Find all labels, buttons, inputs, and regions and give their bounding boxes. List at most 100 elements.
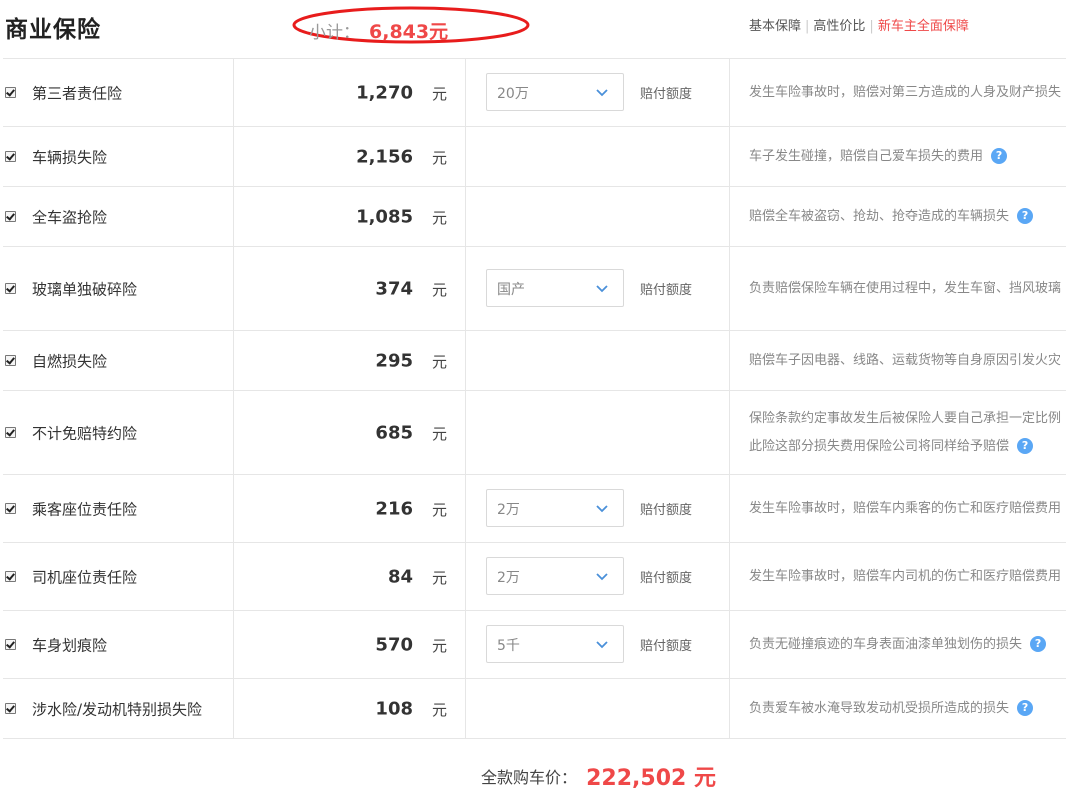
insurance-row: 玻璃单独破碎险 374 元 国产 赔付额度 负责赔偿保险车辆在使用过程中，发生车窗、挡风玻… bbox=[3, 247, 1066, 331]
link-value[interactable]: 高性价比 bbox=[813, 19, 865, 34]
coverage-cell bbox=[466, 331, 730, 390]
price-cell: 108 元 bbox=[234, 679, 466, 738]
coverage-limit-label: 赔付额度 bbox=[640, 282, 693, 298]
section-header: 商业保险 小计： 6,843元 基本保障 | 高性价比 | 新车主全面保障 bbox=[0, 0, 1066, 58]
coverage-cell: 20万 赔付额度 bbox=[466, 59, 730, 126]
insurance-row: 涉水险/发动机特别损失险 108 元 负责爱车被水淹导致发动机受损所造成的损失? bbox=[3, 679, 1066, 739]
description-cell: 赔偿车子因电器、线路、运载货物等自身原因引发火灾? bbox=[730, 331, 1066, 390]
checked-checkbox-icon[interactable] bbox=[5, 702, 16, 714]
price-cell: 1,085 元 bbox=[234, 187, 466, 246]
coverage-cell bbox=[466, 127, 730, 186]
price-unit: 元 bbox=[431, 568, 447, 587]
insurance-row: 全车盗抢险 1,085 元 赔偿全车被盗窃、抢劫、抢夺造成的车辆损失? bbox=[3, 187, 1066, 247]
insurance-price: 295 bbox=[375, 350, 413, 371]
insurance-price: 685 bbox=[375, 422, 413, 443]
insurance-description: 负责赔偿保险车辆在使用过程中，发生车窗、挡风玻璃? bbox=[749, 275, 1066, 303]
description-text: 发生车险事故时，赔偿车内司机的伤亡和医疗赔偿费用 bbox=[749, 568, 1062, 584]
insurance-row: 第三者责任险 1,270 元 20万 赔付额度 发生车险事故时，赔偿对第三方造成的人身及财… bbox=[3, 59, 1066, 127]
description-cell: 发生车险事故时，赔偿车内乘客的伤亡和医疗赔偿费用? bbox=[730, 475, 1066, 542]
coverage-limit-label: 赔付额度 bbox=[640, 638, 693, 654]
total-label: 全款购车价： bbox=[481, 768, 578, 787]
insurance-price: 570 bbox=[375, 634, 413, 655]
insurance-row: 乘客座位责任险 216 元 2万 赔付额度 发生车险事故时，赔偿车内乘客的伤亡和医疗赔偿费… bbox=[3, 475, 1066, 543]
insurance-description: 赔偿全车被盗窃、抢劫、抢夺造成的车辆损失? bbox=[749, 203, 1034, 231]
insurance-description: 负责无碰撞痕迹的车身表面油漆单独划伤的损失? bbox=[749, 631, 1047, 659]
price-unit: 元 bbox=[431, 636, 447, 655]
price-cell: 295 元 bbox=[234, 331, 466, 390]
insurance-description: 赔偿车子因电器、线路、运载货物等自身原因引发火灾? bbox=[749, 347, 1066, 375]
price-cell: 216 元 bbox=[234, 475, 466, 542]
price-unit: 元 bbox=[431, 280, 447, 299]
insurance-name: 玻璃单独破碎险 bbox=[32, 280, 138, 298]
name-cell: 司机座位责任险 bbox=[3, 543, 234, 610]
price-unit: 元 bbox=[431, 208, 447, 227]
chevron-down-icon bbox=[596, 284, 608, 292]
description-text: 保险条款约定事故发生后被保险人要自己承担一定比例 bbox=[749, 410, 1062, 426]
insurance-price: 1,270 bbox=[356, 82, 413, 103]
coverage-select-value: 国产 bbox=[497, 281, 525, 298]
description-text: 车子发生碰撞，赔偿自己爱车损失的费用 bbox=[749, 148, 984, 164]
insurance-price: 374 bbox=[375, 278, 413, 299]
question-circle-icon[interactable]: ? bbox=[1017, 438, 1034, 454]
subtotal-value: 6,843元 bbox=[369, 21, 449, 43]
checked-checkbox-icon[interactable] bbox=[5, 354, 16, 366]
link-basic[interactable]: 基本保障 bbox=[749, 19, 801, 34]
description-text-second: 此险这部分损失费用保险公司将同样给予赔偿 bbox=[749, 438, 1010, 454]
coverage-select-value: 5千 bbox=[497, 637, 520, 654]
insurance-row: 车身划痕险 570 元 5千 赔付额度 负责无碰撞痕迹的车身表面油漆单独划伤的损失? bbox=[3, 611, 1066, 679]
checked-checkbox-icon[interactable] bbox=[5, 502, 16, 514]
description-text: 赔偿全车被盗窃、抢劫、抢夺造成的车辆损失 bbox=[749, 208, 1010, 224]
question-circle-icon[interactable]: ? bbox=[991, 148, 1008, 164]
subtotal-label: 小计： bbox=[309, 23, 360, 43]
name-cell: 不计免赔特约险 bbox=[3, 391, 234, 474]
link-separator: | bbox=[869, 19, 874, 34]
insurance-description: 保险条款约定事故发生后被保险人要自己承担一定比例 此险这部分损失费用保险公司将同样… bbox=[749, 405, 1061, 461]
insurance-description: 车子发生碰撞，赔偿自己爱车损失的费用? bbox=[749, 143, 1008, 171]
checked-checkbox-icon[interactable] bbox=[5, 150, 16, 162]
insurance-name: 乘客座位责任险 bbox=[32, 500, 138, 518]
price-unit: 元 bbox=[431, 352, 447, 371]
name-cell: 车辆损失险 bbox=[3, 127, 234, 186]
coverage-select[interactable]: 5千 bbox=[486, 624, 624, 663]
question-circle-icon[interactable]: ? bbox=[1017, 700, 1034, 716]
coverage-cell bbox=[466, 187, 730, 246]
checked-checkbox-icon[interactable] bbox=[5, 86, 16, 98]
coverage-cell: 国产 赔付额度 bbox=[466, 247, 730, 330]
checked-checkbox-icon[interactable] bbox=[5, 426, 16, 438]
coverage-select[interactable]: 国产 bbox=[486, 268, 624, 307]
checked-checkbox-icon[interactable] bbox=[5, 638, 16, 650]
name-cell: 自燃损失险 bbox=[3, 331, 234, 390]
description-cell: 保险条款约定事故发生后被保险人要自己承担一定比例 此险这部分损失费用保险公司将同样… bbox=[730, 391, 1066, 474]
insurance-name: 自燃损失险 bbox=[32, 352, 108, 370]
insurance-description: 发生车险事故时，赔偿车内乘客的伤亡和医疗赔偿费用? bbox=[749, 495, 1066, 523]
coverage-select-value: 2万 bbox=[497, 501, 520, 518]
coverage-limit-label: 赔付额度 bbox=[640, 570, 693, 586]
name-cell: 涉水险/发动机特别损失险 bbox=[3, 679, 234, 738]
question-circle-icon[interactable]: ? bbox=[1017, 208, 1034, 224]
insurance-row: 不计免赔特约险 685 元 保险条款约定事故发生后被保险人要自己承担一定比例 此险这部分… bbox=[3, 391, 1066, 475]
coverage-cell bbox=[466, 391, 730, 474]
coverage-limit-label: 赔付额度 bbox=[640, 502, 693, 518]
insurance-row: 自燃损失险 295 元 赔偿车子因电器、线路、运载货物等自身原因引发火灾? bbox=[3, 331, 1066, 391]
insurance-table: 第三者责任险 1,270 元 20万 赔付额度 发生车险事故时，赔偿对第三方造成的人身及财… bbox=[3, 58, 1066, 739]
name-cell: 全车盗抢险 bbox=[3, 187, 234, 246]
checked-checkbox-icon[interactable] bbox=[5, 570, 16, 582]
price-cell: 2,156 元 bbox=[234, 127, 466, 186]
checked-checkbox-icon[interactable] bbox=[5, 210, 16, 222]
coverage-select[interactable]: 2万 bbox=[486, 556, 624, 595]
price-cell: 570 元 bbox=[234, 611, 466, 678]
link-full-coverage[interactable]: 新车主全面保障 bbox=[878, 19, 969, 34]
description-cell: 负责赔偿保险车辆在使用过程中，发生车窗、挡风玻璃? bbox=[730, 247, 1066, 330]
insurance-description: 负责爱车被水淹导致发动机受损所造成的损失? bbox=[749, 695, 1034, 723]
coverage-cell: 2万 赔付额度 bbox=[466, 475, 730, 542]
description-text: 发生车险事故时，赔偿车内乘客的伤亡和医疗赔偿费用 bbox=[749, 500, 1062, 516]
insurance-name: 涉水险/发动机特别损失险 bbox=[32, 700, 203, 718]
question-circle-icon[interactable]: ? bbox=[1030, 636, 1047, 652]
checked-checkbox-icon[interactable] bbox=[5, 282, 16, 294]
coverage-select[interactable]: 20万 bbox=[486, 72, 624, 111]
description-text: 发生车险事故时，赔偿对第三方造成的人身及财产损失 bbox=[749, 84, 1062, 100]
price-unit: 元 bbox=[431, 84, 447, 103]
price-unit: 元 bbox=[431, 148, 447, 167]
coverage-select[interactable]: 2万 bbox=[486, 488, 624, 527]
price-cell: 685 元 bbox=[234, 391, 466, 474]
